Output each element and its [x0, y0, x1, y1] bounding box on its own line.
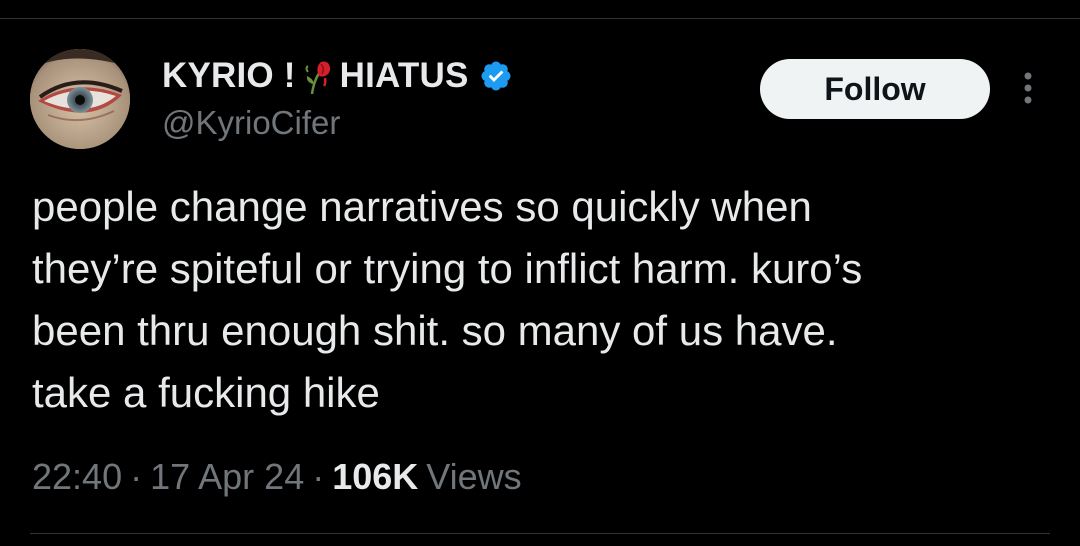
- tweet-metadata: 22:40 · 17 Apr 24 · 106K Views: [32, 456, 522, 498]
- wilted-rose-icon: [304, 56, 334, 96]
- separator: ·: [312, 456, 325, 497]
- author-handle[interactable]: @KyrioCifer: [162, 104, 340, 142]
- more-options-icon[interactable]: [1018, 70, 1038, 110]
- avatar[interactable]: [30, 49, 130, 149]
- bottom-divider: [30, 533, 1050, 534]
- separator: ·: [130, 456, 143, 497]
- verified-badge-icon: [479, 59, 513, 93]
- top-divider: [0, 18, 1080, 19]
- author-name[interactable]: KYRIO ! HIATUS: [162, 56, 513, 96]
- author-name-part1: KYRIO !: [162, 56, 296, 95]
- author-name-part2: HIATUS: [339, 56, 469, 95]
- tweet-date[interactable]: 17 Apr 24: [150, 456, 304, 498]
- follow-button[interactable]: Follow: [760, 59, 990, 119]
- views-label: Views: [426, 456, 522, 497]
- tweet-text: people change narratives so quickly when…: [32, 183, 863, 416]
- tweet-card: KYRIO ! HIATUS @KyrioCifer Follow people…: [0, 0, 1080, 546]
- views-count[interactable]: 106K: [332, 456, 418, 498]
- avatar-eye-image: [30, 49, 130, 149]
- tweet-time[interactable]: 22:40: [32, 456, 122, 498]
